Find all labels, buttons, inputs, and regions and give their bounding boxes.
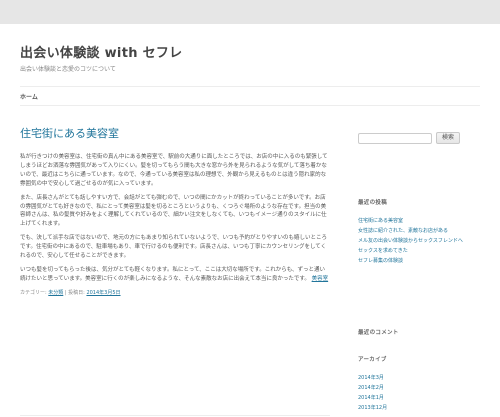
recent-post-link[interactable]: メル友の出会い体験談からセックスフレンドへ [358,236,463,246]
entry-content: 私が行きつけの美容室は、住宅街の真ん中にある美容室で、駅前の大通りに面したところ… [20,153,330,284]
recent-comments-widget: 最近のコメント [358,328,399,336]
paragraph-text: いつも髪を切ってもらった後は、気分がとても軽くなります。私にとって、ここは大切な… [20,266,326,282]
recent-post-link[interactable]: 女性誌に紹介された、素敵なお店がある [358,226,463,236]
nav-item-home[interactable]: ホーム [20,92,38,101]
recent-post-link[interactable]: セックスを求めてきた [358,246,463,256]
search-form: 検索 [358,132,478,144]
entry-meta: カテゴリー: 未分類 | 投稿日: 2014年3月5日 [20,289,330,296]
search-input[interactable] [358,132,432,144]
widget-title: 最近のコメント [358,330,399,336]
paragraph: また、店長さんがとても話しやすい方で、会話がとても弾むので、いつの間にかカットが… [20,194,327,228]
archive-link[interactable]: 2013年12月 [358,403,387,413]
archive-link[interactable]: 2014年2月 [358,383,387,393]
content-link[interactable]: 美容室 [312,276,329,282]
recent-post-link[interactable]: セフレ募集の体験談 [358,256,463,266]
recent-posts-widget: 最近の投稿 住宅街にある美容室 女性誌に紹介された、素敵なお店がある メル友の出… [358,198,463,266]
widget-title: 最近の投稿 [358,200,388,206]
main-navigation: ホーム [20,86,480,106]
archive-link[interactable]: 2014年3月 [358,373,387,383]
archives-list: 2014年3月 2014年2月 2014年1月 2013年12月 [358,373,387,413]
search-button[interactable]: 検索 [436,132,461,144]
meta-date-prefix: | 投稿日: [63,289,87,296]
sidebar: 検索 最近の投稿 住宅街にある美容室 女性誌に紹介された、素敵なお店がある メル… [358,132,478,411]
paragraph: でも、決して派手な店ではないので、地元の方にもあまり知られていないようで、いつも… [20,235,327,260]
recent-posts-list: 住宅街にある美容室 女性誌に紹介された、素敵なお店がある メル友の出会い体験談か… [358,216,463,266]
site-description: 出会い体験談と恋愛のコツについて [20,66,116,73]
article: 住宅街にある美容室 私が行きつけの美容室は、住宅街の真ん中にある美容室で、駅前の… [20,125,330,296]
content-divider [20,415,330,416]
site-title[interactable]: 出会い体験談 with セフレ [20,42,183,61]
paragraph: いつも髪を切ってもらった後は、気分がとても軽くなります。私にとって、ここは大切な… [20,266,330,284]
category-link[interactable]: 未分類 [48,290,63,296]
entry-title[interactable]: 住宅街にある美容室 [20,125,330,141]
page: 出会い体験談 with セフレ 出会い体験談と恋愛のコツについて ホーム 住宅街… [0,24,500,417]
recent-post-link[interactable]: 住宅街にある美容室 [358,216,463,226]
paragraph: 私が行きつけの美容室は、住宅街の真ん中にある美容室で、駅前の大通りに面したところ… [20,154,328,187]
archive-link[interactable]: 2014年1月 [358,393,387,403]
widget-title: アーカイブ [358,357,387,363]
date-link[interactable]: 2014年3月5日 [86,290,120,296]
archives-widget: アーカイブ 2014年3月 2014年2月 2014年1月 2013年12月 [358,355,387,413]
meta-category-prefix: カテゴリー: [20,289,49,296]
